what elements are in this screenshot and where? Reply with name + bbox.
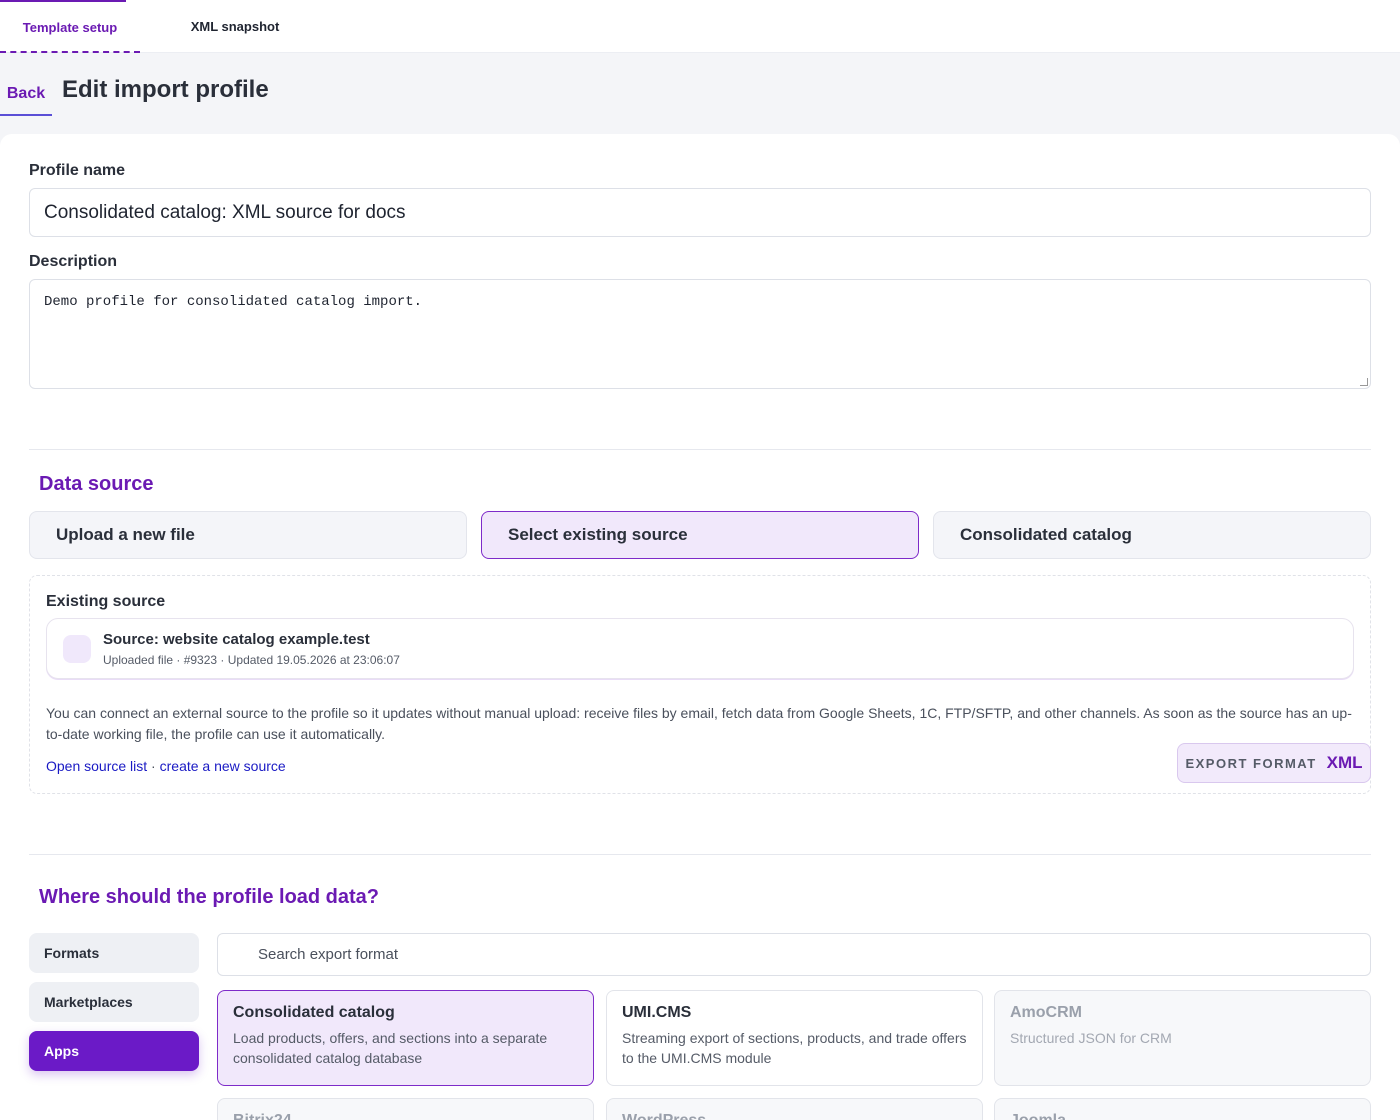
search-export-format-input[interactable]: Search export format (217, 933, 1371, 976)
existing-source-title: Existing source (46, 593, 166, 610)
link-separator: · (147, 758, 160, 774)
back-button[interactable]: Back (0, 74, 52, 116)
tab-xml-snapshot[interactable]: XML snapshot (170, 0, 300, 53)
source-meta: Uploaded file · #9323 · Updated 19.05.20… (103, 653, 400, 667)
nav-marketplaces[interactable]: Marketplaces (29, 982, 199, 1022)
nav-apps-label: Apps (44, 1043, 79, 1059)
format-card-title: Joomla (1010, 1112, 1355, 1120)
source-help-text: You can connect an external source to th… (46, 705, 1352, 742)
source-links: Open source list · create a new source (46, 758, 286, 774)
profile-name-input[interactable]: Consolidated catalog: XML source for doc… (29, 188, 1371, 237)
format-card-title: WordPress (622, 1112, 967, 1120)
destination-title: Where should the profile load data? (39, 886, 380, 908)
source-item[interactable]: Source: website catalog example.test Upl… (46, 618, 1354, 679)
data-source-title: Data source (39, 473, 154, 495)
format-card-wordpress[interactable]: WordPress (606, 1098, 983, 1120)
nav-formats[interactable]: Formats (29, 933, 199, 973)
nav-apps[interactable]: Apps (29, 1031, 199, 1071)
format-card-title: UMI.CMS (622, 1004, 692, 1021)
section-divider (29, 854, 1371, 855)
upload-new-file-option[interactable]: Upload a new file (29, 511, 467, 559)
back-button-label: Back (6, 85, 46, 102)
export-format-key: EXPORT FORMAT (1185, 755, 1317, 771)
upload-new-file-label: Upload a new file (56, 525, 195, 544)
page-title: Edit import profile (62, 76, 269, 103)
tab-template-setup-label: Template setup (22, 20, 118, 35)
format-card-joomla[interactable]: Joomla (994, 1098, 1371, 1120)
nav-formats-label: Formats (44, 945, 100, 961)
resize-handle[interactable] (1360, 378, 1368, 386)
format-card-consolidated-catalog[interactable]: Consolidated catalog Load products, offe… (217, 990, 594, 1086)
profile-name-value: Consolidated catalog: XML source for doc… (44, 201, 406, 223)
consolidated-catalog-label: Consolidated catalog (960, 525, 1132, 544)
description-label: Description (29, 253, 118, 270)
export-format-value: XML (1326, 753, 1363, 772)
tab-template-setup[interactable]: Template setup (0, 0, 140, 53)
description-textarea[interactable]: Demo profile for consolidated catalog im… (29, 279, 1371, 389)
select-existing-source-label: Select existing source (508, 525, 688, 544)
format-card-desc: Structured JSON for CRM (1010, 1030, 1172, 1046)
description-value: Demo profile for consolidated catalog im… (44, 294, 423, 310)
source-avatar-icon (63, 635, 91, 663)
format-card-title: Consolidated catalog (233, 1004, 395, 1021)
consolidated-catalog-option[interactable]: Consolidated catalog (933, 511, 1371, 559)
create-new-source-link[interactable]: create a new source (160, 758, 286, 774)
profile-name-label: Profile name (29, 162, 126, 179)
nav-marketplaces-label: Marketplaces (44, 994, 133, 1010)
open-source-list-link[interactable]: Open source list (46, 758, 147, 774)
format-card-desc: Streaming export of sections, products, … (622, 1030, 967, 1066)
existing-source-panel: Existing source Source: website catalog … (29, 575, 1371, 794)
export-format-badge: EXPORT FORMAT XML (1177, 743, 1371, 783)
select-existing-source-option[interactable]: Select existing source (481, 511, 919, 559)
format-card-title: AmoCRM (1010, 1004, 1082, 1021)
format-card-umi-cms[interactable]: UMI.CMS Streaming export of sections, pr… (606, 990, 983, 1086)
source-name: Source: website catalog example.test (103, 631, 370, 648)
format-card-title: Bitrix24 (233, 1112, 578, 1120)
format-card-bitrix24[interactable]: Bitrix24 (217, 1098, 594, 1120)
section-divider (29, 449, 1371, 450)
tab-xml-snapshot-label: XML snapshot (190, 19, 280, 34)
format-card-amocrm: AmoCRM Structured JSON for CRM (994, 990, 1371, 1086)
format-card-desc: Load products, offers, and sections into… (233, 1030, 548, 1066)
tab-bar: Template setup XML snapshot (0, 0, 1400, 53)
search-placeholder: Search export format (258, 946, 399, 963)
